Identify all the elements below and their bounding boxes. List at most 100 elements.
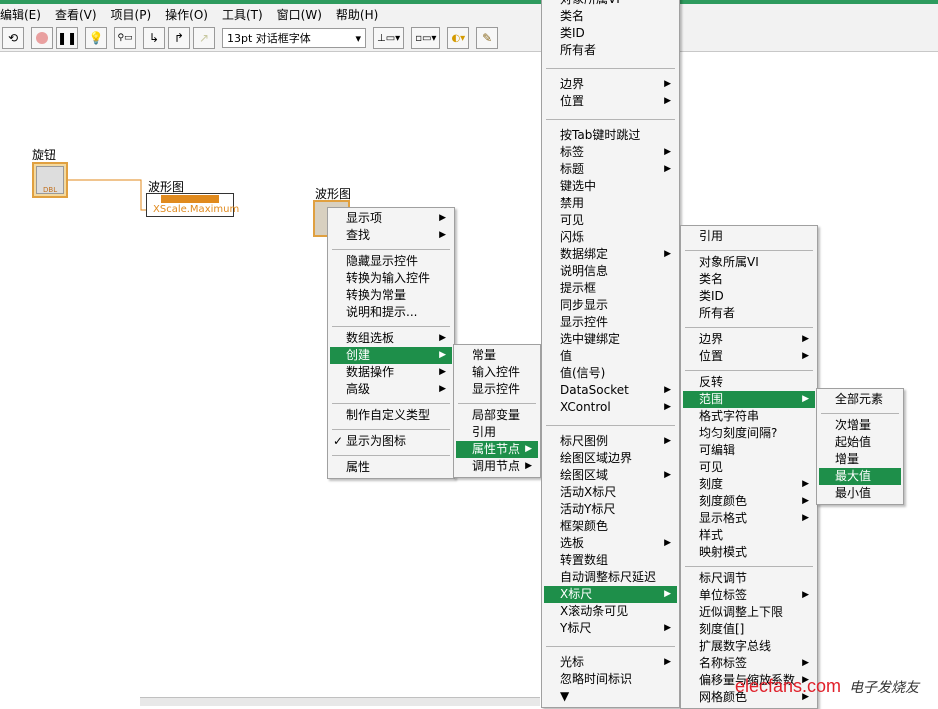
menu-item[interactable]: 显示控件 (544, 314, 677, 331)
menu-item[interactable]: 输入控件 (456, 364, 538, 381)
menu-item[interactable]: 显示项 ▶ (330, 210, 452, 227)
submenu-arrow-icon: ▶ (525, 444, 532, 454)
menu-item[interactable]: 活动Y标尺 (544, 501, 677, 518)
menu-item[interactable]: 值(信号) (544, 365, 677, 382)
menu-item[interactable]: 说明信息 (544, 263, 677, 280)
menu-item[interactable]: Y标尺 ▶ (544, 620, 677, 637)
menu-item[interactable]: 禁用 (544, 195, 677, 212)
submenu-arrow-icon: ▶ (664, 657, 671, 667)
menu-item[interactable]: 映射模式 (683, 544, 815, 561)
menu-item[interactable]: 刻度值[] (683, 621, 815, 638)
menu-item[interactable]: 名称标签 ▶ (683, 655, 815, 672)
menu-item[interactable]: 单位标签 ▶ (683, 587, 815, 604)
menu-item[interactable]: 引用 (683, 228, 815, 245)
menu-item[interactable]: 高级 ▶ (330, 381, 452, 398)
menu-item[interactable]: 自动调整标尺延迟 (544, 569, 677, 586)
check-icon: ✓ (333, 434, 344, 448)
menu-item[interactable]: 样式 (683, 527, 815, 544)
menu-item[interactable]: 调用节点 ▶ (456, 458, 538, 475)
menu-item[interactable]: 绘图区域边界 (544, 450, 677, 467)
menu-item[interactable]: 选板 ▶ (544, 535, 677, 552)
menu-item[interactable]: 所有者 (544, 42, 677, 59)
menu-item[interactable]: 数组选板 ▶ (330, 330, 452, 347)
menu-item[interactable]: 闪烁 (544, 229, 677, 246)
menu-item[interactable]: 标尺调节 (683, 570, 815, 587)
menu-item[interactable]: 边界 ▶ (683, 331, 815, 348)
menu-item[interactable]: 忽略时间标识 (544, 671, 677, 688)
menu-item[interactable]: 数据绑定 ▶ (544, 246, 677, 263)
menu-item[interactable]: 位置 ▶ (544, 93, 677, 110)
menu-item[interactable]: 数据操作 ▶ (330, 364, 452, 381)
menu-item[interactable]: 最小值 (819, 485, 901, 502)
menu-item[interactable]: 标尺图例 ▶ (544, 433, 677, 450)
menu-item[interactable]: 键选中 (544, 178, 677, 195)
menu-item[interactable]: 反转 (683, 374, 815, 391)
menu-item[interactable]: 全部元素 (819, 391, 901, 408)
menu-item[interactable]: 转换为常量 (330, 287, 452, 304)
menu-item[interactable]: 对象所属VI (544, 0, 677, 8)
menu-item[interactable]: 按Tab键时跳过 (544, 127, 677, 144)
menu-item[interactable]: 增量 (819, 451, 901, 468)
menu-item[interactable]: 显示格式 ▶ (683, 510, 815, 527)
property-node[interactable]: XScale.Maximum (146, 193, 239, 217)
submenu-arrow-icon: ▶ (439, 384, 446, 394)
menu-item[interactable]: 光标 ▶ (544, 654, 677, 671)
menu-item[interactable]: 显示为图标 ✓ (330, 433, 452, 450)
context-menu-m4: 对象所属VI 类名类ID 所有者边界 ▶ 位置 ▶ 按Tab键时跳过标签 ▶ 标题 ▶ 键选中禁用可… (541, 0, 680, 708)
property-item[interactable]: XScale.Maximum (147, 204, 239, 216)
menu-item[interactable]: 转换为输入控件 (330, 270, 452, 287)
menu-item[interactable]: 最大值 (819, 468, 901, 485)
menu-item-label: 标尺调节 (699, 571, 748, 585)
menu-item[interactable]: 说明和提示... (330, 304, 452, 321)
menu-item[interactable]: 扩展数字总线 (683, 638, 815, 655)
menu-item[interactable]: 起始值 (819, 434, 901, 451)
menu-item[interactable]: 可见 (683, 459, 815, 476)
menu-item[interactable]: 类名 (544, 8, 677, 25)
menu-item[interactable]: 类ID (544, 25, 677, 42)
menu-item[interactable]: 可编辑 (683, 442, 815, 459)
menu-item[interactable]: 均匀刻度间隔? (683, 425, 815, 442)
menu-item[interactable]: 查找 ▶ (330, 227, 452, 244)
menu-item[interactable]: X标尺 ▶ (544, 586, 677, 603)
menu-item[interactable]: ▼ (544, 688, 677, 705)
menu-item[interactable]: 刻度 ▶ (683, 476, 815, 493)
menu-item[interactable]: 绘图区域 ▶ (544, 467, 677, 484)
menu-item[interactable]: 属性 (330, 459, 452, 476)
menu-item[interactable]: DataSocket ▶ (544, 382, 677, 399)
menu-item[interactable]: 类名 (683, 271, 815, 288)
menu-item[interactable]: 边界 ▶ (544, 76, 677, 93)
menu-item[interactable]: 常量 (456, 347, 538, 364)
menu-item[interactable]: 值 (544, 348, 677, 365)
menu-item[interactable]: 选中键绑定 (544, 331, 677, 348)
menu-item[interactable]: 位置 ▶ (683, 348, 815, 365)
menu-item[interactable]: 制作自定义类型 (330, 407, 452, 424)
menu-item[interactable]: 显示控件 (456, 381, 538, 398)
menu-item[interactable]: 范围 ▶ (683, 391, 815, 408)
menu-item[interactable]: 次增量 (819, 417, 901, 434)
menu-item[interactable]: 创建 ▶ (330, 347, 452, 364)
menu-item[interactable]: 提示框 (544, 280, 677, 297)
menu-item[interactable]: 同步显示 (544, 297, 677, 314)
scrollbar-horizontal[interactable] (140, 697, 540, 706)
menu-item-label: Y标尺 (560, 621, 592, 635)
menu-item[interactable]: 标题 ▶ (544, 161, 677, 178)
menu-item[interactable]: 引用 (456, 424, 538, 441)
menu-item[interactable]: 可见 (544, 212, 677, 229)
menu-item[interactable]: 类ID (683, 288, 815, 305)
menu-item[interactable]: 所有者 (683, 305, 815, 322)
menu-item[interactable]: 格式字符串 (683, 408, 815, 425)
menu-item[interactable]: 对象所属VI (683, 254, 815, 271)
menu-item[interactable]: 框架颜色 (544, 518, 677, 535)
menu-item[interactable]: 刻度颜色 ▶ (683, 493, 815, 510)
menu-item[interactable]: 活动X标尺 (544, 484, 677, 501)
menu-item[interactable]: X滚动条可见 (544, 603, 677, 620)
menu-item[interactable]: 近似调整上下限 (683, 604, 815, 621)
menu-item[interactable]: 标签 ▶ (544, 144, 677, 161)
menu-item[interactable]: 属性节点 ▶ (456, 441, 538, 458)
menu-item-label: 刻度颜色 (699, 494, 748, 508)
menu-item[interactable]: 转置数组 (544, 552, 677, 569)
menu-item[interactable]: XControl ▶ (544, 399, 677, 416)
menu-item-label: 转换为常量 (346, 288, 407, 302)
menu-item[interactable]: 局部变量 (456, 407, 538, 424)
menu-item[interactable]: 隐藏显示控件 (330, 253, 452, 270)
